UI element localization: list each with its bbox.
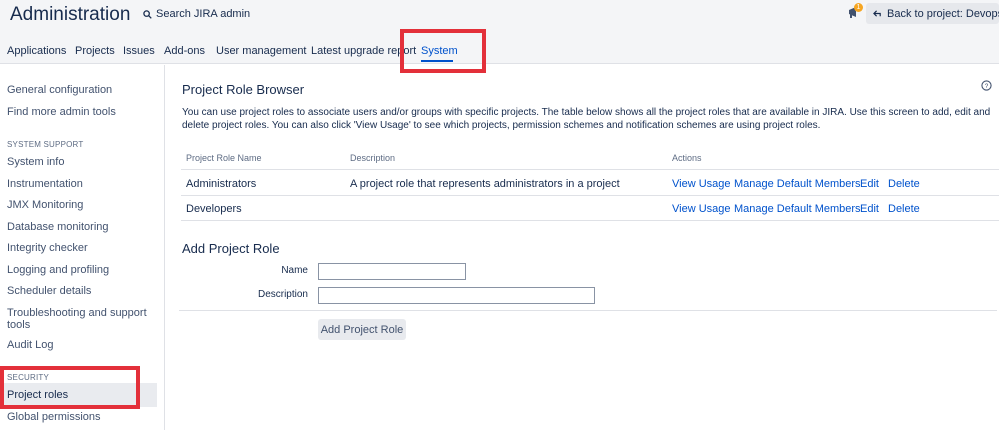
svg-text:?: ? xyxy=(985,83,989,90)
intro-text: You can use project roles to associate u… xyxy=(182,106,992,132)
view-usage-link[interactable]: View Usage xyxy=(672,203,731,215)
delete-link[interactable]: Delete xyxy=(888,178,920,190)
search-label: Search JIRA admin xyxy=(156,8,250,20)
sidebar-heading-security: SECURITY xyxy=(7,373,49,382)
form-divider xyxy=(179,310,997,311)
back-arrow-icon xyxy=(873,9,882,18)
sidebar-item-jmx-monitoring[interactable]: JMX Monitoring xyxy=(7,199,83,211)
help-icon[interactable]: ? xyxy=(981,80,992,91)
nav-add-ons[interactable]: Add-ons xyxy=(164,45,205,57)
add-project-role-button[interactable]: Add Project Role xyxy=(318,319,406,340)
role-name-cell: Developers xyxy=(186,203,242,215)
active-tab-indicator xyxy=(421,60,453,62)
sidebar-item-general-configuration[interactable]: General configuration xyxy=(7,84,112,96)
column-header-actions: Actions xyxy=(672,153,702,163)
nav-user-management[interactable]: User management xyxy=(216,45,307,57)
table-header-divider xyxy=(181,169,999,170)
notification-badge: 1 xyxy=(854,3,863,12)
sidebar-item-system-info[interactable]: System info xyxy=(7,156,64,168)
sidebar-item-logging-and-profiling[interactable]: Logging and profiling xyxy=(7,264,109,276)
sidebar-item-find-more-admin-tools[interactable]: Find more admin tools xyxy=(7,106,116,118)
search-icon xyxy=(143,10,152,19)
name-input[interactable] xyxy=(318,263,466,280)
table-row-divider xyxy=(181,195,999,196)
notifications-button[interactable]: 1 xyxy=(847,4,863,20)
column-header-description: Description xyxy=(350,153,395,163)
back-to-project-label: Back to project: Devops xyxy=(887,8,999,20)
nav-projects[interactable]: Projects xyxy=(75,45,115,57)
back-to-project-button[interactable]: Back to project: Devops xyxy=(866,3,999,24)
role-name-cell: Administrators xyxy=(186,178,256,190)
edit-link[interactable]: Edit xyxy=(860,178,879,190)
manage-default-members-link[interactable]: Manage Default Members xyxy=(734,203,861,215)
manage-default-members-link[interactable]: Manage Default Members xyxy=(734,178,861,190)
main-content: Project Role Browser ? You can use proje… xyxy=(166,65,999,430)
admin-search[interactable]: Search JIRA admin xyxy=(143,8,250,20)
delete-link[interactable]: Delete xyxy=(888,203,920,215)
sidebar-heading-system-support: SYSTEM SUPPORT xyxy=(7,140,83,149)
project-role-browser-title: Project Role Browser xyxy=(182,82,304,97)
sidebar-item-project-roles[interactable]: Project roles xyxy=(7,389,68,401)
edit-link[interactable]: Edit xyxy=(860,203,879,215)
nav-applications[interactable]: Applications xyxy=(7,45,66,57)
nav-latest-upgrade-report[interactable]: Latest upgrade report xyxy=(311,45,416,57)
role-description-cell: A project role that represents administr… xyxy=(350,178,620,190)
sidebar-item-audit-log[interactable]: Audit Log xyxy=(7,339,53,351)
add-project-role-title: Add Project Role xyxy=(182,241,280,256)
name-label: Name xyxy=(168,265,308,276)
view-usage-link[interactable]: View Usage xyxy=(672,178,731,190)
description-input[interactable] xyxy=(318,287,595,304)
sidebar-item-instrumentation[interactable]: Instrumentation xyxy=(7,178,83,190)
admin-header: Administration Search JIRA admin 1 Back … xyxy=(0,0,999,64)
nav-system[interactable]: System xyxy=(421,45,458,57)
sidebar-item-global-permissions[interactable]: Global permissions xyxy=(7,411,101,423)
sidebar-item-integrity-checker[interactable]: Integrity checker xyxy=(7,242,88,254)
sidebar-item-troubleshooting-and-support-tools[interactable]: Troubleshooting and support tools xyxy=(7,307,147,331)
sidebar-item-database-monitoring[interactable]: Database monitoring xyxy=(7,221,109,233)
sidebar-item-scheduler-details[interactable]: Scheduler details xyxy=(7,285,91,297)
column-header-name: Project Role Name xyxy=(186,153,262,163)
page-title: Administration xyxy=(10,4,130,26)
description-label: Description xyxy=(168,289,308,300)
nav-issues[interactable]: Issues xyxy=(123,45,155,57)
table-row-divider xyxy=(181,220,999,221)
